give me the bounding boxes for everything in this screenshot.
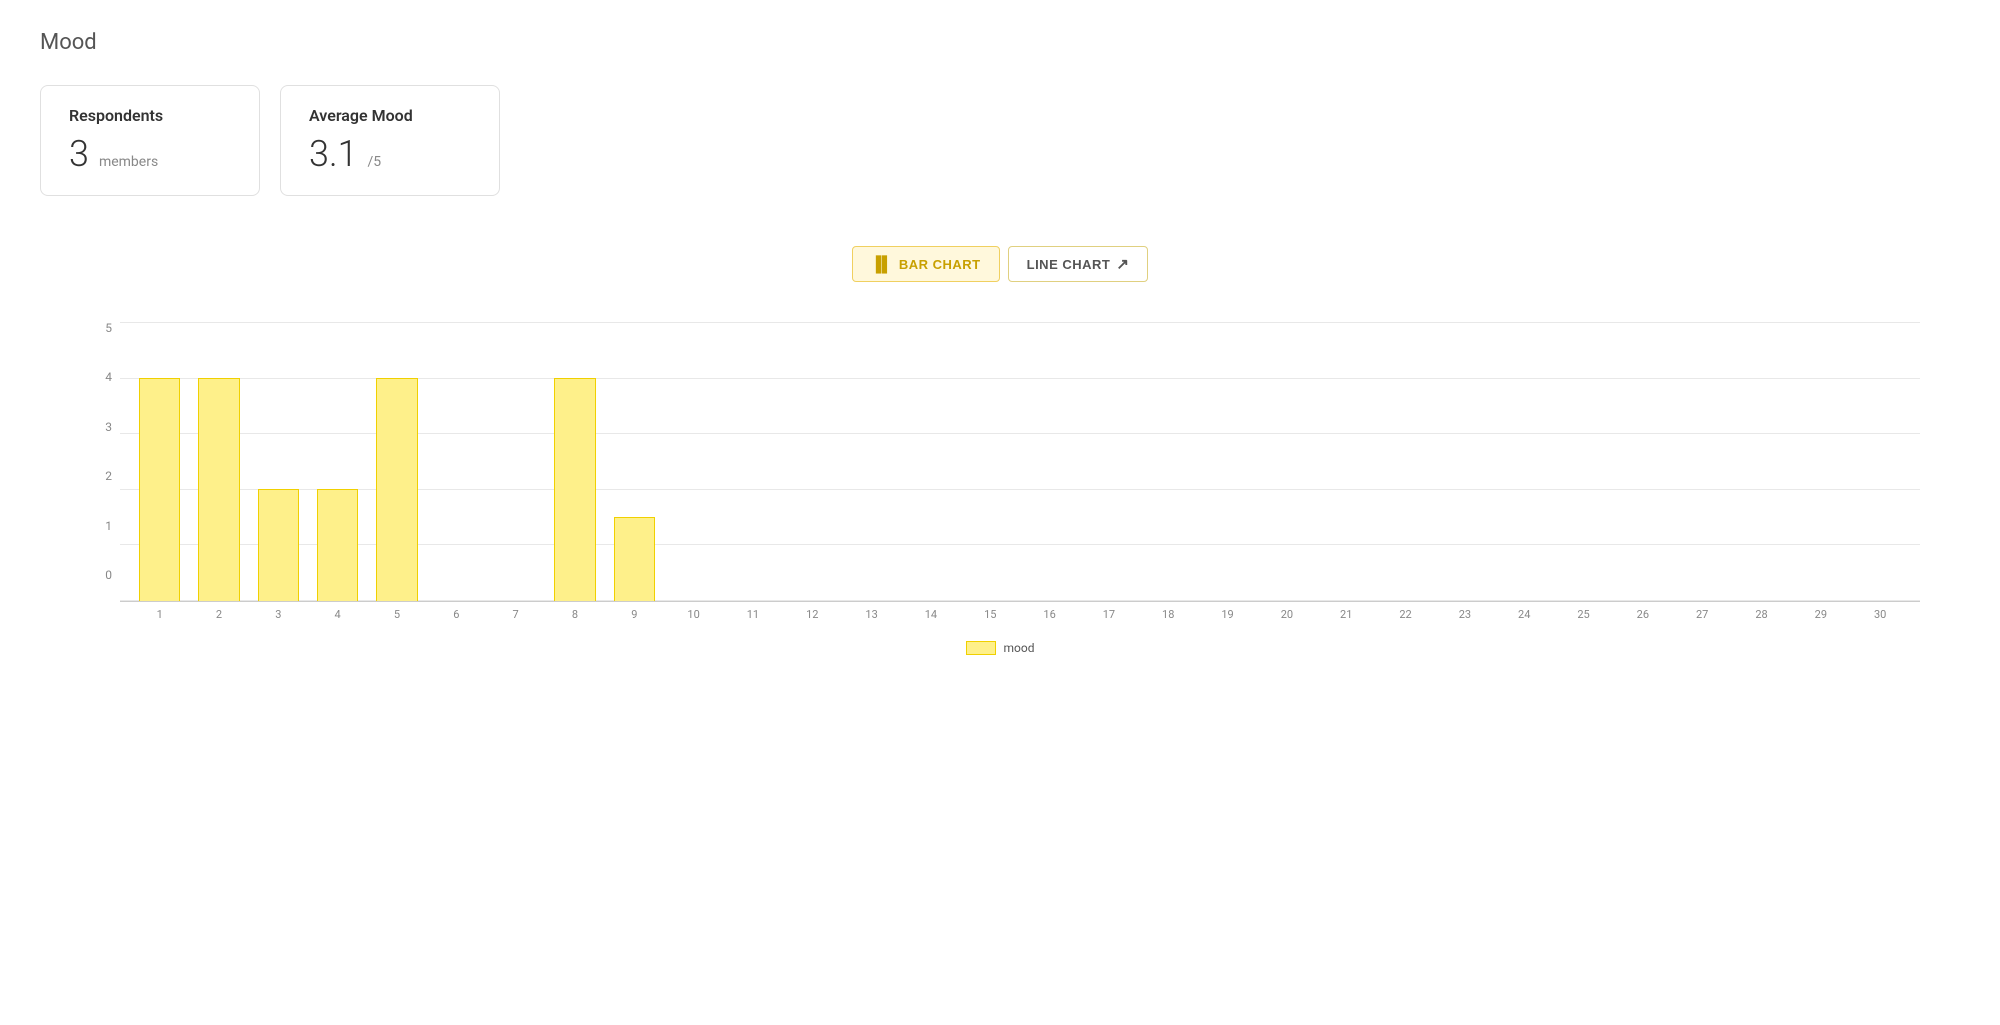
x-label-9: 9: [605, 608, 664, 621]
x-label-10: 10: [664, 608, 723, 621]
y-label-2: 2: [80, 470, 120, 482]
x-label-1: 1: [130, 608, 189, 621]
x-label-22: 22: [1376, 608, 1435, 621]
average-mood-unit: /5: [368, 154, 382, 170]
respondents-value: 3: [69, 133, 89, 175]
y-label-3: 3: [80, 421, 120, 433]
x-label-2: 2: [189, 608, 248, 621]
x-label-23: 23: [1435, 608, 1494, 621]
x-label-19: 19: [1198, 608, 1257, 621]
x-label-18: 18: [1139, 608, 1198, 621]
x-label-20: 20: [1257, 608, 1316, 621]
bar-column-16: [1020, 322, 1079, 601]
x-label-7: 7: [486, 608, 545, 621]
bar-9: [614, 517, 656, 601]
bar-column-14: [901, 322, 960, 601]
bar-column-4: [308, 322, 367, 601]
bar-column-13: [842, 322, 901, 601]
bar-chart-label: BAR CHART: [899, 257, 981, 272]
bar-chart-icon: ▐▌: [871, 256, 893, 273]
bar-5: [376, 378, 418, 601]
chart-legend: mood: [80, 641, 1920, 655]
bar-column-25: [1554, 322, 1613, 601]
bar-column-21: [1317, 322, 1376, 601]
bar-column-26: [1613, 322, 1672, 601]
stats-row: Respondents 3 members Average Mood 3.1 /…: [40, 85, 1960, 196]
x-label-12: 12: [783, 608, 842, 621]
average-mood-card: Average Mood 3.1 /5: [280, 85, 500, 196]
x-label-24: 24: [1495, 608, 1554, 621]
bar-4: [317, 489, 359, 601]
x-label-13: 13: [842, 608, 901, 621]
x-label-6: 6: [427, 608, 486, 621]
bar-column-9: [605, 322, 664, 601]
chart-area: 0 1 2 3 4 5: [80, 322, 1920, 655]
bar-column-18: [1139, 322, 1198, 601]
x-label-17: 17: [1079, 608, 1138, 621]
bar-column-7: [486, 322, 545, 601]
respondents-title: Respondents: [69, 106, 231, 125]
bar-column-30: [1851, 322, 1910, 601]
x-axis: 1234567891011121314151617181920212223242…: [130, 602, 1910, 621]
x-label-25: 25: [1554, 608, 1613, 621]
respondents-unit: members: [99, 154, 158, 170]
bar-column-17: [1079, 322, 1138, 601]
x-label-30: 30: [1851, 608, 1910, 621]
legend-color-box: [966, 641, 996, 655]
bar-column-8: [545, 322, 604, 601]
chart-toggle: ▐▌ BAR CHART LINE CHART ↗: [40, 246, 1960, 282]
bar-column-6: [427, 322, 486, 601]
x-label-3: 3: [249, 608, 308, 621]
line-chart-label: LINE CHART: [1027, 257, 1111, 272]
bar-column-11: [723, 322, 782, 601]
bar-column-28: [1732, 322, 1791, 601]
x-label-21: 21: [1317, 608, 1376, 621]
y-label-1: 1: [80, 520, 120, 532]
bar-column-3: [249, 322, 308, 601]
average-mood-title: Average Mood: [309, 106, 471, 125]
x-label-16: 16: [1020, 608, 1079, 621]
x-label-26: 26: [1613, 608, 1672, 621]
bar-3: [258, 489, 300, 601]
y-label-5: 5: [80, 322, 120, 334]
bar-column-15: [961, 322, 1020, 601]
x-label-15: 15: [961, 608, 1020, 621]
x-label-4: 4: [308, 608, 367, 621]
x-label-27: 27: [1673, 608, 1732, 621]
bar-column-22: [1376, 322, 1435, 601]
bar-column-29: [1791, 322, 1850, 601]
page-title: Mood: [40, 30, 1960, 55]
bars-wrapper: [120, 322, 1920, 601]
bar-8: [554, 378, 596, 601]
bar-column-1: [130, 322, 189, 601]
bar-2: [198, 378, 240, 601]
x-label-5: 5: [367, 608, 426, 621]
bar-chart-button[interactable]: ▐▌ BAR CHART: [852, 246, 1000, 282]
legend-label: mood: [1004, 641, 1035, 655]
x-label-11: 11: [723, 608, 782, 621]
bar-1: [139, 378, 181, 601]
y-label-4: 4: [80, 371, 120, 383]
bar-column-5: [367, 322, 426, 601]
x-label-8: 8: [545, 608, 604, 621]
bar-column-12: [783, 322, 842, 601]
x-label-28: 28: [1732, 608, 1791, 621]
bar-column-24: [1495, 322, 1554, 601]
bar-column-2: [189, 322, 248, 601]
y-label-0: 0: [80, 569, 120, 581]
chart-inner: [120, 322, 1920, 602]
line-chart-button[interactable]: LINE CHART ↗: [1008, 246, 1149, 282]
bar-column-10: [664, 322, 723, 601]
bar-column-23: [1435, 322, 1494, 601]
bar-column-27: [1673, 322, 1732, 601]
x-label-29: 29: [1791, 608, 1850, 621]
average-mood-value: 3.1: [309, 133, 358, 175]
bar-column-20: [1257, 322, 1316, 601]
bar-column-19: [1198, 322, 1257, 601]
respondents-card: Respondents 3 members: [40, 85, 260, 196]
x-label-14: 14: [901, 608, 960, 621]
line-chart-icon: ↗: [1116, 255, 1129, 273]
